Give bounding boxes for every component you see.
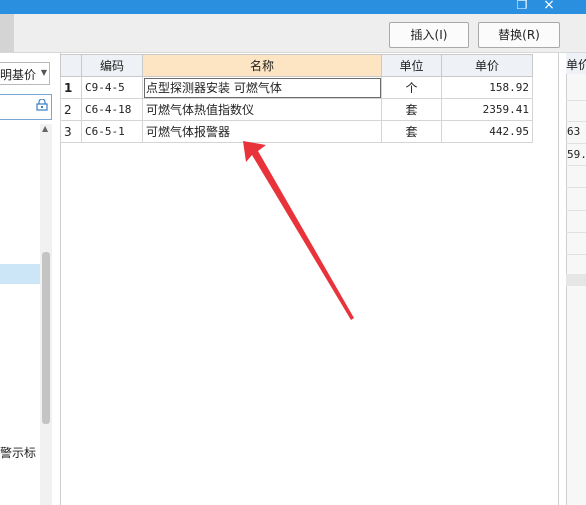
annotation-arrow-overlay bbox=[243, 141, 354, 320]
annotation-arrow bbox=[243, 141, 354, 320]
